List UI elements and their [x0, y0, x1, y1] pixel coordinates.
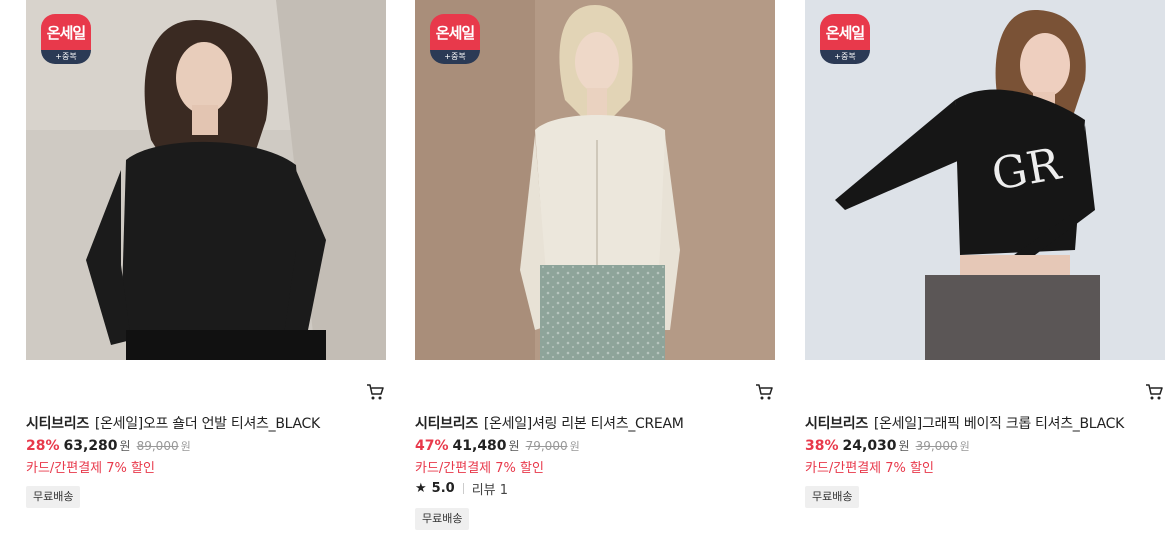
original-price-unit: 원 — [569, 440, 580, 453]
cart-icon[interactable] — [755, 383, 773, 401]
on-sale-badge: 온세일 +중복 — [430, 14, 480, 64]
free-shipping-tag: 무료배송 — [805, 486, 860, 508]
card-discount-text: 카드/간편결제 7% 할인 — [415, 461, 544, 476]
price-unit: 원 — [508, 439, 520, 453]
product-name[interactable]: [온세일]오프 숄더 언발 티셔츠_BLACK — [95, 416, 320, 432]
discount-rate: 47% — [415, 438, 449, 454]
price-row: 38% 24,030 원 39,000 원 — [805, 437, 970, 454]
rating-row: ★ 5.0 리뷰 1 — [415, 479, 508, 498]
badge-label: 온세일 — [430, 14, 480, 50]
product-image[interactable]: 온세일 +중복 — [415, 0, 775, 360]
brand-name[interactable]: 시티브리즈 — [26, 416, 89, 432]
badge-label: 온세일 — [820, 14, 870, 50]
original-price-unit: 원 — [180, 440, 191, 453]
review-count[interactable]: 리뷰 1 — [472, 479, 508, 498]
discount-rate: 28% — [26, 438, 60, 454]
badge-sublabel: +중복 — [41, 50, 91, 64]
sale-price: 24,030 — [842, 438, 897, 454]
card-discount-text: 카드/간편결제 7% 할인 — [26, 461, 155, 476]
original-price: 39,000 — [915, 439, 958, 453]
badge-sublabel: +중복 — [820, 50, 870, 64]
price-row: 47% 41,480 원 79,000 원 — [415, 437, 580, 454]
original-price: 89,000 — [136, 439, 179, 453]
brand-name[interactable]: 시티브리즈 — [805, 416, 868, 432]
sale-price: 63,280 — [63, 438, 118, 454]
free-shipping-tag: 무료배송 — [415, 508, 470, 530]
original-price-unit: 원 — [959, 440, 970, 453]
badge-label: 온세일 — [41, 14, 91, 50]
price-unit: 원 — [119, 439, 131, 453]
product-title[interactable]: 시티브리즈 [온세일]셔링 리본 티셔츠_CREAM — [415, 413, 785, 433]
brand-name[interactable]: 시티브리즈 — [415, 416, 478, 432]
cart-icon[interactable] — [366, 383, 384, 401]
free-shipping-tag: 무료배송 — [26, 486, 81, 508]
product-image[interactable]: 온세일 +중복 — [26, 0, 386, 360]
product-image[interactable]: GR 온세일 +중복 — [805, 0, 1165, 360]
product-title[interactable]: 시티브리즈 [온세일]오프 숄더 언발 티셔츠_BLACK — [26, 413, 396, 433]
cart-icon[interactable] — [1145, 383, 1163, 401]
sale-price: 41,480 — [452, 438, 507, 454]
product-name[interactable]: [온세일]그래픽 베이직 크롭 티셔츠_BLACK — [874, 416, 1124, 432]
product-card[interactable]: 온세일 +중복 시티브리즈 [온세일]셔링 리본 티셔츠_CREAM 47% 41,… — [415, 0, 775, 530]
badge-sublabel: +중복 — [430, 50, 480, 64]
on-sale-badge: 온세일 +중복 — [41, 14, 91, 64]
discount-rate: 38% — [805, 438, 839, 454]
product-title[interactable]: 시티브리즈 [온세일]그래픽 베이직 크롭 티셔츠_BLACK — [805, 413, 1175, 433]
rating-score: 5.0 — [431, 481, 455, 496]
card-discount-text: 카드/간편결제 7% 할인 — [805, 461, 934, 476]
divider — [462, 483, 464, 494]
product-card[interactable]: GR 온세일 +중복 시티브리즈 [온세일]그래픽 베이직 크롭 티셔츠_BLAC… — [805, 0, 1165, 508]
price-unit: 원 — [898, 439, 910, 453]
on-sale-badge: 온세일 +중복 — [820, 14, 870, 64]
star-icon: ★ — [415, 481, 427, 496]
product-name[interactable]: [온세일]셔링 리본 티셔츠_CREAM — [484, 416, 684, 432]
product-card[interactable]: 온세일 +중복 시티브리즈 [온세일]오프 숄더 언발 티셔츠_BLACK 28%… — [26, 0, 386, 508]
price-row: 28% 63,280 원 89,000 원 — [26, 437, 191, 454]
original-price: 79,000 — [525, 439, 568, 453]
